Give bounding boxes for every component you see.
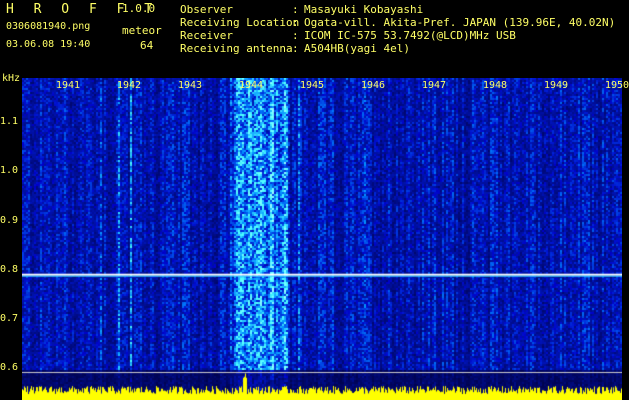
- location-separator: :: [292, 16, 299, 29]
- spectrogram: [22, 78, 622, 400]
- antenna-value: A504HB(yagi 4el): [304, 42, 410, 55]
- observer-label: Observer: [180, 3, 233, 16]
- y-tick-label: 0.8: [0, 263, 19, 275]
- observer-value: Masayuki Kobayashi: [304, 3, 424, 16]
- y-tick-label: 1.1: [0, 116, 19, 128]
- x-tick-label: 1948: [483, 80, 508, 91]
- filename-label: 0306081940.png: [6, 21, 91, 32]
- x-tick-label: 1944: [239, 80, 264, 91]
- version-label: 1.0.0: [122, 2, 156, 15]
- x-tick-label: 1947: [422, 80, 447, 91]
- x-tick-label: 1946: [361, 80, 386, 91]
- location-value: Ogata-vill. Akita-Pref. JAPAN (139.96E, …: [304, 16, 616, 29]
- receiver-label: Receiver: [180, 29, 233, 42]
- receiver-separator: :: [292, 29, 299, 42]
- x-tick-label: 1949: [544, 80, 569, 91]
- y-axis-unit-label: kHz: [2, 73, 21, 84]
- datetime-label: 03.06.08 19:40: [6, 39, 91, 50]
- x-tick-label: 1945: [300, 80, 325, 91]
- x-tick-label: 1941: [56, 80, 81, 91]
- x-tick-label: 1943: [178, 80, 203, 91]
- antenna-separator: :: [292, 42, 299, 55]
- x-tick-label: 1950: [605, 80, 629, 91]
- antenna-label: Receiving antenna: [180, 42, 293, 55]
- mode-label: meteor: [122, 24, 162, 37]
- y-tick-label: 0.7: [0, 312, 19, 324]
- receiver-value: ICOM IC-575 53.7492(@LCD)MHz USB: [304, 29, 516, 42]
- y-tick-label: 1.0: [0, 165, 19, 177]
- location-label: Receiving Location: [180, 16, 300, 29]
- y-tick-label: 0.9: [0, 214, 19, 226]
- observer-separator: :: [292, 3, 299, 16]
- meteor-count: 64: [140, 39, 154, 52]
- y-tick-label: 0.6: [0, 362, 19, 374]
- x-tick-label: 1942: [117, 80, 142, 91]
- header-panel: H R O F F T 1.0.0 0306081940.png meteor …: [0, 0, 629, 74]
